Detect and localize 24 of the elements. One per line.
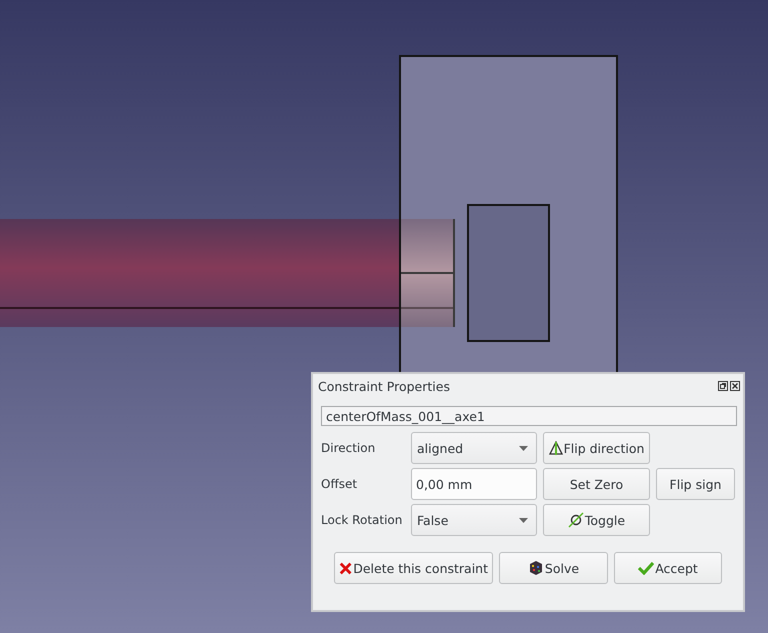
cube-icon (528, 560, 544, 576)
close-icon[interactable] (730, 381, 740, 391)
field-label: Direction (321, 441, 376, 455)
ring-icon (568, 512, 584, 528)
caret-icon (519, 446, 528, 450)
dropdown[interactable]: aligned (411, 432, 537, 464)
check-icon (638, 561, 654, 575)
field-label: Lock Rotation (321, 513, 404, 527)
action-button[interactable]: Flip direction (543, 432, 650, 464)
action-button[interactable]: Toggle (543, 504, 650, 536)
action-button[interactable]: Flip sign (656, 468, 735, 500)
action-button[interactable]: Delete this constraint (334, 552, 493, 584)
caret-icon (519, 518, 528, 522)
panel-title: Constraint Properties (318, 378, 450, 394)
name-field[interactable]: centerOfMass_001__axe1 (321, 406, 737, 426)
float-icon[interactable] (718, 381, 728, 391)
field-label: Offset (321, 477, 358, 491)
action-button[interactable]: Accept (614, 552, 722, 584)
cross-icon (339, 560, 352, 576)
triangle-icon (548, 441, 563, 455)
action-button[interactable]: Set Zero (543, 468, 650, 500)
offset-field[interactable]: 0,00 mm (411, 468, 537, 500)
dropdown[interactable]: False (411, 504, 537, 536)
action-button[interactable]: Solve (499, 552, 608, 584)
